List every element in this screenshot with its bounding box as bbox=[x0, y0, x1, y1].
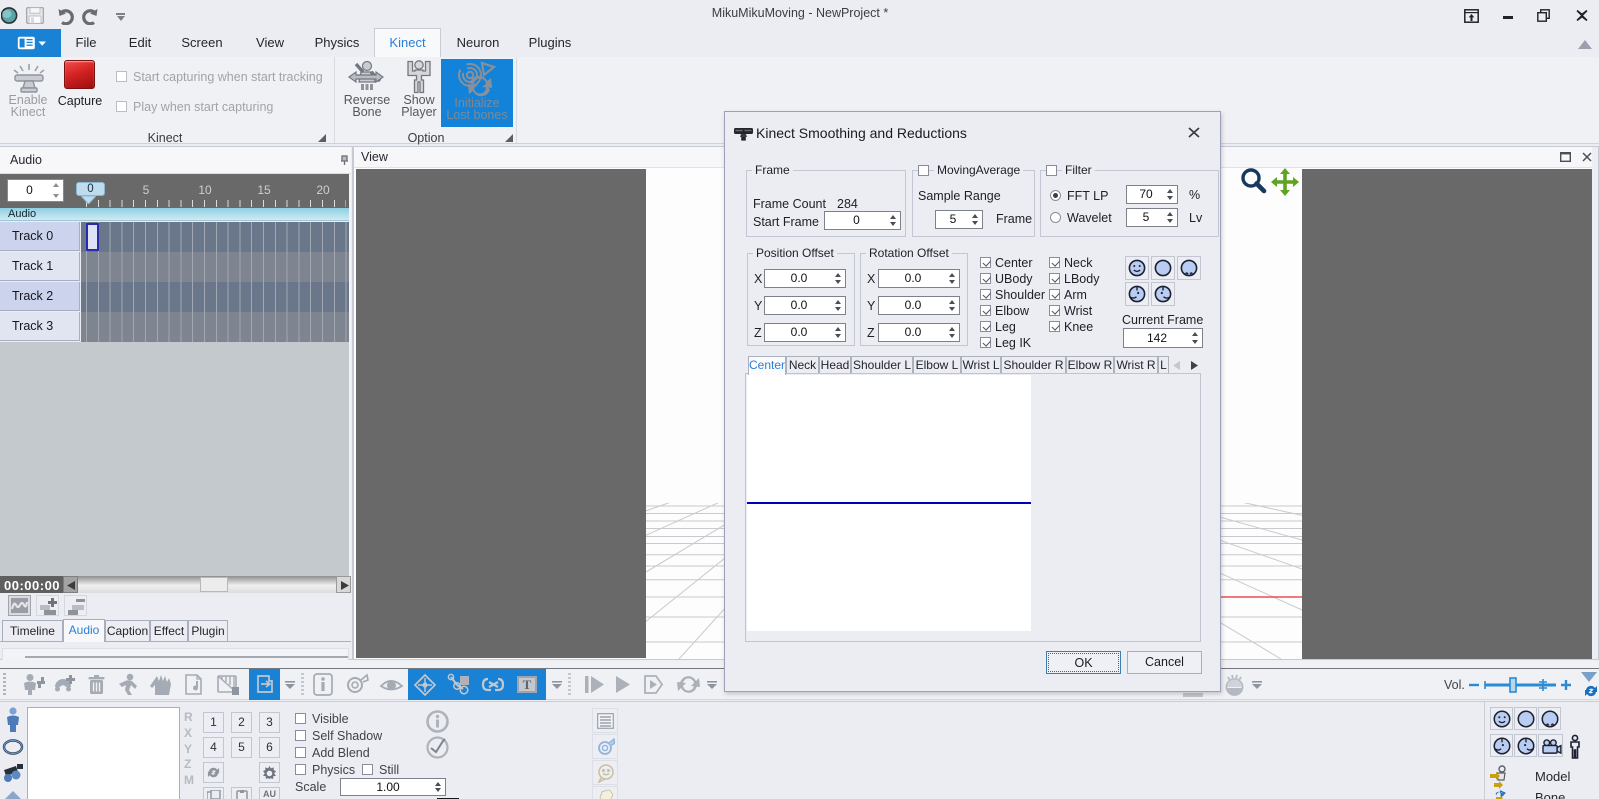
svg-text:T: T bbox=[523, 677, 532, 692]
